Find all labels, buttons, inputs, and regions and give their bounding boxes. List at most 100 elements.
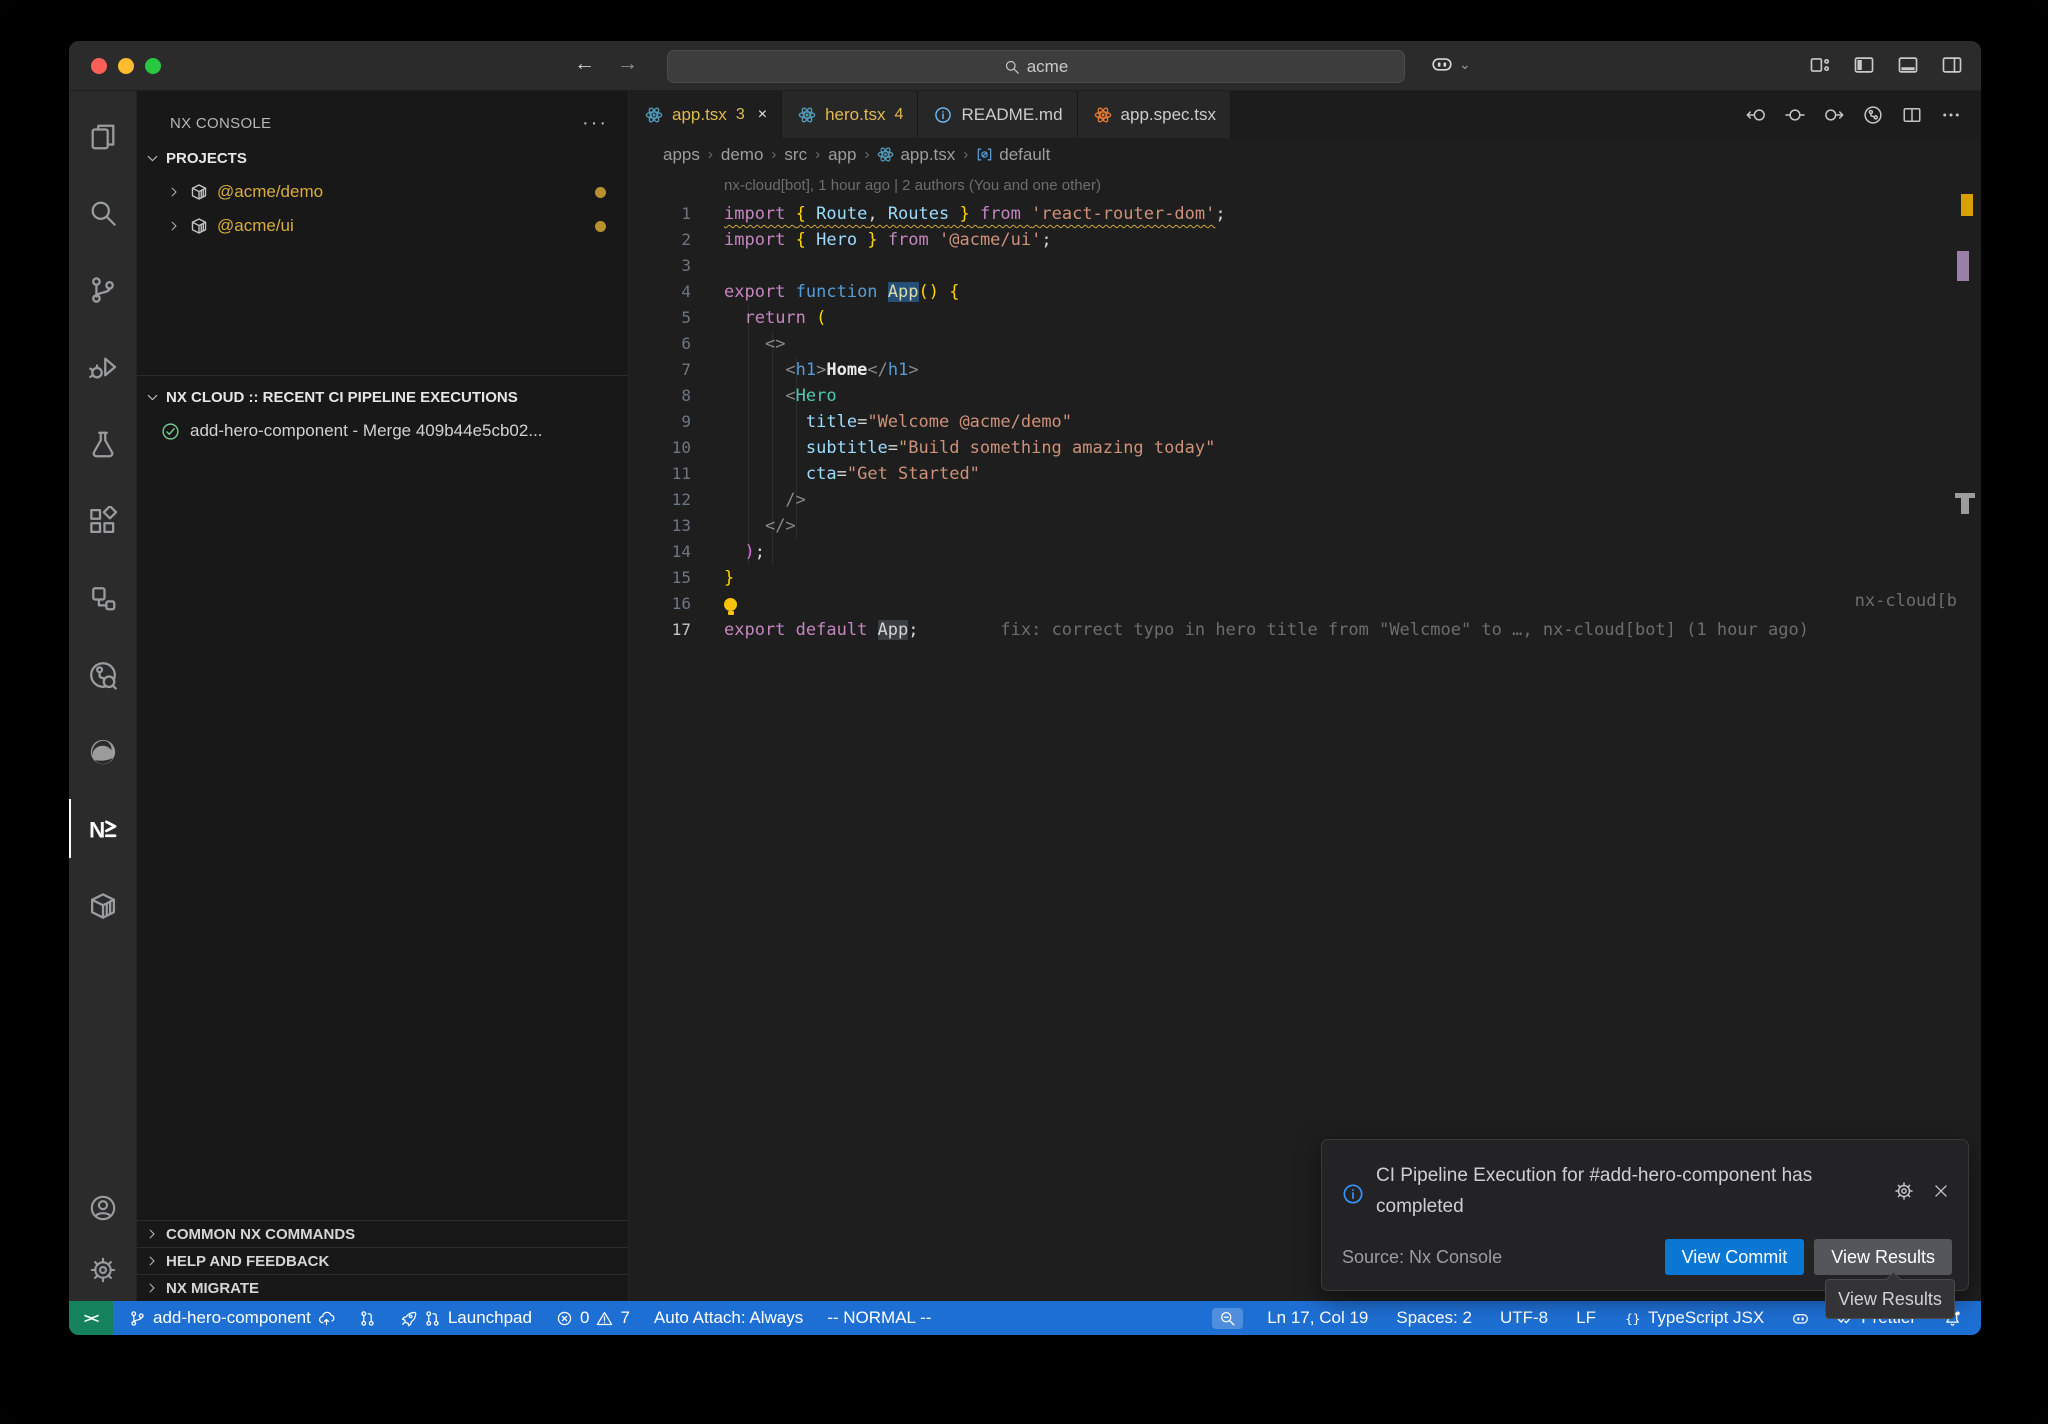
code-token: <: [785, 386, 795, 406]
react-icon: [1094, 106, 1112, 124]
activity-item-testing[interactable]: [69, 405, 136, 482]
status-cursor-position[interactable]: Ln 17, Col 19: [1263, 1308, 1372, 1328]
breadcrumb-item-apps[interactable]: apps: [663, 145, 700, 165]
activity-item-accounts[interactable]: [69, 1177, 136, 1239]
success-check-icon: [161, 422, 180, 441]
nx-cloud-section-header[interactable]: NX CLOUD :: RECENT CI PIPELINE EXECUTION…: [137, 380, 628, 414]
view-commit-button[interactable]: View Commit: [1665, 1239, 1805, 1275]
search-icon: [1004, 59, 1020, 75]
code-token: "Build something amazing today": [898, 438, 1215, 458]
breadcrumb-item-src[interactable]: src: [784, 145, 807, 165]
status-problems[interactable]: 07: [552, 1308, 634, 1328]
layout-sidebar-right-icon[interactable]: [1941, 54, 1963, 76]
chevron-right-icon: [167, 219, 181, 233]
run-circle-icon[interactable]: [1863, 105, 1883, 125]
section-nx-migrate[interactable]: NX MIGRATE: [137, 1274, 628, 1301]
nx-cloud-section: NX CLOUD :: RECENT CI PIPELINE EXECUTION…: [137, 375, 628, 448]
activity-item-gitlens-search[interactable]: [69, 636, 136, 713]
breadcrumb-item-app.tsx[interactable]: app.tsx: [877, 145, 955, 165]
activity-item-nx-console[interactable]: N: [69, 790, 136, 867]
code-token: =: [857, 412, 867, 432]
code-line-11: 11 cta="Get Started": [629, 461, 1981, 487]
back-arrow-icon[interactable]: ←: [574, 52, 595, 76]
code-editor[interactable]: nx-cloud[bot], 1 hour ago | 2 authors (Y…: [629, 171, 1981, 1301]
tab-app.spec.tsx[interactable]: app.spec.tsx: [1078, 91, 1231, 138]
react-icon: [645, 106, 663, 124]
notification-close-icon[interactable]: [1932, 1160, 1950, 1222]
breadcrumb-item-app[interactable]: app: [828, 145, 856, 165]
status-git-compare[interactable]: [355, 1310, 380, 1327]
project-label: @acme/demo: [217, 182, 323, 202]
nav-current-icon[interactable]: [1785, 105, 1805, 125]
code-token: subtitle: [806, 438, 888, 458]
tab-app.tsx[interactable]: app.tsx3×: [629, 91, 782, 138]
activity-item-extensions[interactable]: [69, 482, 136, 559]
status-launchpad[interactable]: Launchpad: [396, 1308, 536, 1328]
code-token: ;: [1041, 230, 1051, 250]
breadcrumb-item-demo[interactable]: demo: [721, 145, 764, 165]
nav-back-icon[interactable]: [1746, 105, 1766, 125]
code-token: cta: [806, 464, 837, 484]
remote-indicator[interactable]: ><: [69, 1301, 113, 1335]
status-encoding[interactable]: UTF-8: [1496, 1308, 1552, 1328]
search-value: acme: [1027, 57, 1069, 77]
projects-section-header[interactable]: PROJECTS: [137, 141, 628, 175]
breadcrumb-label: src: [784, 145, 807, 165]
section-help-and-feedback[interactable]: HELP AND FEEDBACK: [137, 1247, 628, 1274]
tab-close-icon[interactable]: ×: [758, 106, 767, 124]
status-zoom-indicator[interactable]: [1212, 1308, 1243, 1329]
split-icon[interactable]: [1902, 105, 1922, 125]
activity-item-package-explorer[interactable]: [69, 867, 136, 944]
status-indentation[interactable]: Spaces: 2: [1392, 1308, 1476, 1328]
code-line-3: 3: [629, 253, 1981, 279]
view-results-button[interactable]: View Results: [1814, 1239, 1952, 1275]
close-window-button[interactable]: [91, 58, 107, 74]
status-vim-mode[interactable]: -- NORMAL --: [823, 1308, 935, 1328]
forward-arrow-icon[interactable]: →: [617, 52, 638, 76]
sidebar-bottom-sections: COMMON NX COMMANDSHELP AND FEEDBACKNX MI…: [137, 1220, 628, 1301]
command-center-search[interactable]: acme: [667, 50, 1405, 83]
activity-bar-bottom: [69, 1177, 136, 1301]
breadcrumb-item-default[interactable]: default: [976, 145, 1050, 165]
status-auto-attach[interactable]: Auto Attach: Always: [650, 1308, 807, 1328]
activity-item-settings[interactable]: [69, 1239, 136, 1301]
modified-dot: [595, 221, 606, 232]
status-language-mode[interactable]: {}TypeScript JSX: [1620, 1308, 1768, 1328]
activity-item-run-and-debug[interactable]: [69, 328, 136, 405]
lightbulb-icon[interactable]: [724, 598, 737, 611]
tab-label: README.md: [961, 105, 1062, 125]
line-number: 7: [629, 357, 691, 383]
status-copilot-status[interactable]: [1788, 1310, 1813, 1327]
nav-forward-icon[interactable]: [1824, 105, 1844, 125]
section-common-nx-commands[interactable]: COMMON NX COMMANDS: [137, 1220, 628, 1247]
status-eol[interactable]: LF: [1572, 1308, 1600, 1328]
activity-item-project-explorer[interactable]: [69, 559, 136, 636]
activity-item-explorer[interactable]: [69, 97, 136, 174]
copilot-menu[interactable]: ⌄: [1431, 53, 1471, 75]
tab-README.md[interactable]: README.md: [918, 91, 1077, 138]
code-token: =: [888, 438, 898, 458]
ellipsis-icon[interactable]: [1941, 105, 1961, 125]
activity-item-edge-browser[interactable]: [69, 713, 136, 790]
braces-icon: {}: [1624, 1310, 1641, 1327]
layout-panel-icon[interactable]: [1897, 54, 1919, 76]
more-actions-icon[interactable]: ···: [582, 112, 608, 135]
status-git-branch-status[interactable]: add-hero-component: [125, 1308, 339, 1328]
minimize-window-button[interactable]: [118, 58, 134, 74]
line-number: 8: [629, 383, 691, 409]
activity-item-source-control[interactable]: [69, 251, 136, 328]
zoom-window-button[interactable]: [145, 58, 161, 74]
code-token: }: [949, 204, 980, 224]
layout-custom-icon[interactable]: [1809, 54, 1831, 76]
notification-settings-gear-icon[interactable]: [1894, 1160, 1914, 1222]
project-tree-item[interactable]: @acme/demo: [137, 175, 628, 209]
tab-hero.tsx[interactable]: hero.tsx4: [782, 91, 918, 138]
code-token: from: [980, 204, 1031, 224]
pipeline-execution-item[interactable]: add-hero-component - Merge 409b44e5cb02.…: [137, 414, 628, 448]
line-number: 16: [629, 591, 691, 617]
code-line-6: 6 <>: [629, 331, 1981, 357]
line-content: cta="Get Started": [691, 461, 980, 487]
layout-sidebar-left-icon[interactable]: [1853, 54, 1875, 76]
project-tree-item[interactable]: @acme/ui: [137, 209, 628, 243]
activity-item-search[interactable]: [69, 174, 136, 251]
